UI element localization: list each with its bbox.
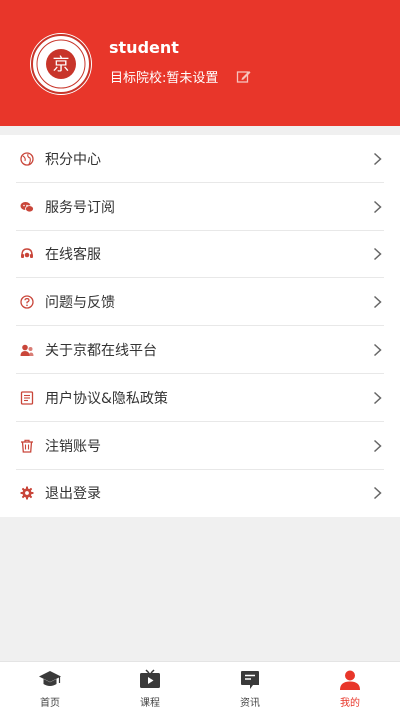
tab-label: 我的: [340, 698, 360, 709]
tab-label: 资讯: [240, 698, 260, 709]
menu-item-label: 退出登录: [45, 486, 101, 503]
chevron-right-icon: [373, 200, 382, 213]
news-icon: [241, 671, 259, 689]
chevron-right-icon: [373, 344, 382, 357]
school-logo-avatar[interactable]: 京: [30, 33, 92, 95]
menu-item-about-platform[interactable]: 关于京都在线平台: [0, 326, 400, 374]
menu-item-online-support[interactable]: 在线客服: [0, 231, 400, 279]
headset-icon: [20, 247, 34, 261]
tab-courses[interactable]: 课程: [100, 662, 200, 710]
menu-item-logout[interactable]: 退出登录: [0, 470, 400, 518]
tab-label: 课程: [140, 698, 160, 709]
trash-icon: [20, 439, 34, 453]
menu-item-label: 用户协议&隐私政策: [45, 390, 168, 407]
chevron-right-icon: [373, 152, 382, 165]
wechat-icon: [20, 200, 34, 214]
logo-character: 京: [53, 55, 70, 75]
menu-item-points-center[interactable]: 积分中心: [0, 135, 400, 183]
graduation-cap-icon: [39, 671, 61, 686]
edit-icon[interactable]: [236, 69, 252, 85]
chevron-right-icon: [373, 248, 382, 261]
username: student: [109, 38, 179, 57]
chevron-right-icon: [373, 487, 382, 500]
menu-item-delete-account[interactable]: 注销账号: [0, 422, 400, 470]
chevron-right-icon: [373, 296, 382, 309]
profile-header: 京 student 目标院校:暂未设置: [0, 0, 400, 126]
tab-news[interactable]: 资讯: [200, 662, 300, 710]
menu-item-label: 注销账号: [45, 438, 101, 455]
tab-mine[interactable]: 我的: [300, 662, 400, 710]
tab-label: 首页: [40, 698, 60, 709]
chevron-right-icon: [373, 391, 382, 404]
menu-item-feedback[interactable]: 问题与反馈: [0, 278, 400, 326]
menu-item-user-agreement[interactable]: 用户协议&隐私政策: [0, 374, 400, 422]
bottom-tab-bar: 首页 课程 资讯 我的: [0, 661, 400, 710]
school-logo-icon: 京: [31, 34, 91, 94]
tv-play-icon: [140, 669, 160, 688]
target-school-row: 目标院校:暂未设置: [110, 67, 252, 86]
chevron-right-icon: [373, 439, 382, 452]
target-school-text: 目标院校:暂未设置: [110, 71, 219, 86]
tab-home[interactable]: 首页: [0, 662, 100, 710]
user-icon: [340, 670, 360, 690]
menu-item-service-subscription[interactable]: 服务号订阅: [0, 183, 400, 231]
menu-item-label: 在线客服: [45, 247, 101, 264]
gear-icon: [20, 486, 34, 500]
settings-menu: 积分中心 服务号订阅 在线客服 问题与反馈 关于京都在线平台 用户协议&隐私政策: [0, 135, 400, 518]
question-icon: [20, 295, 34, 309]
menu-item-label: 问题与反馈: [45, 295, 115, 312]
document-icon: [20, 391, 34, 405]
about-users-icon: [20, 343, 34, 357]
menu-item-label: 关于京都在线平台: [45, 343, 157, 360]
menu-item-label: 服务号订阅: [45, 199, 115, 216]
points-globe-icon: [20, 152, 34, 166]
menu-item-label: 积分中心: [45, 151, 101, 168]
